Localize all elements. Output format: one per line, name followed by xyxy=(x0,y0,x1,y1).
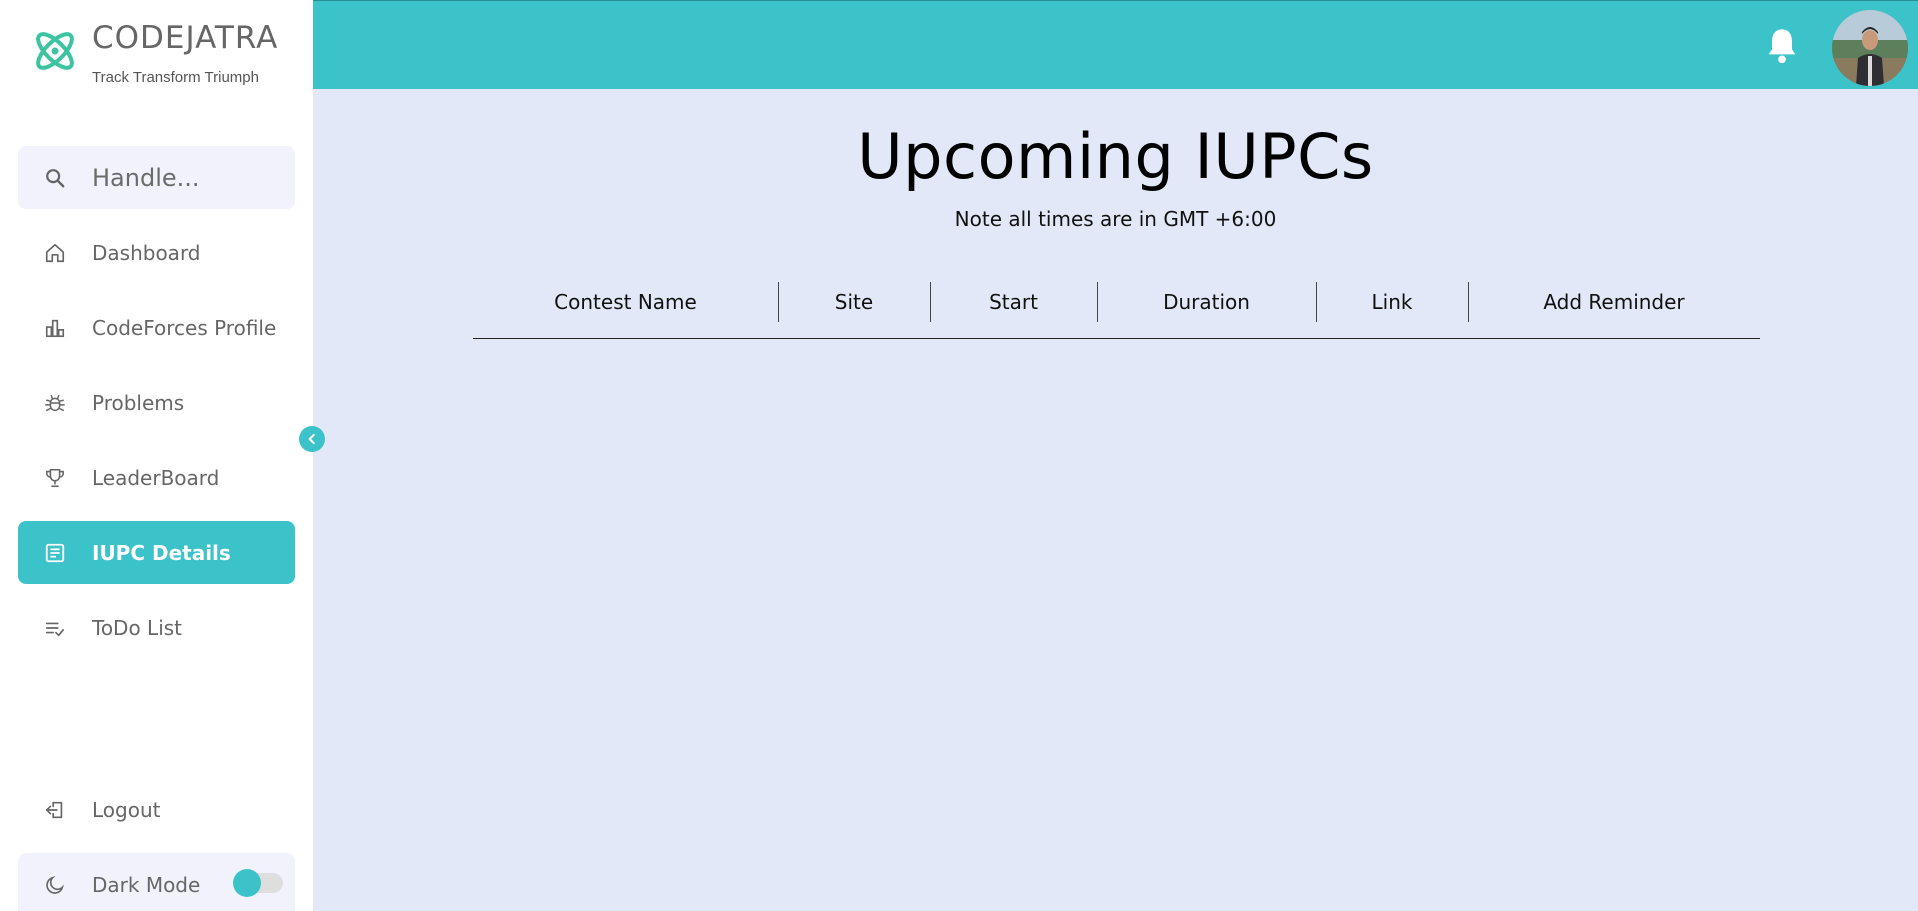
home-icon xyxy=(18,242,92,264)
brand-name: CODEJATRA xyxy=(92,20,279,56)
contests-table-header: Contest Name Site Start Duration Link Ad… xyxy=(473,282,1760,339)
dark-mode-toggle[interactable] xyxy=(233,869,283,897)
notification-bell-icon[interactable] xyxy=(1762,26,1802,70)
avatar[interactable] xyxy=(1832,10,1908,86)
sidebar-item-dashboard[interactable]: Dashboard xyxy=(18,221,295,284)
brand-tagline: Track Transform Triumph xyxy=(92,69,259,86)
column-header-add-reminder: Add Reminder xyxy=(1543,290,1685,314)
sidebar-item-iupc-details[interactable]: IUPC Details xyxy=(18,521,295,584)
timezone-note: Note all times are in GMT +6:00 xyxy=(954,207,1277,231)
bar-chart-icon xyxy=(18,317,92,339)
dark-mode-label: Dark Mode xyxy=(92,872,201,897)
sidebar-item-label: LeaderBoard xyxy=(92,465,220,490)
sidebar-item-label: CodeForces Profile xyxy=(92,315,277,340)
sidebar-item-label: Problems xyxy=(92,390,185,415)
toggle-knob xyxy=(233,869,261,897)
moon-icon xyxy=(18,874,92,896)
logout-button[interactable]: Logout xyxy=(18,778,295,841)
logout-label: Logout xyxy=(92,797,161,822)
checklist-icon xyxy=(18,617,92,639)
column-header-start: Start xyxy=(989,290,1038,314)
collapse-sidebar-button[interactable] xyxy=(299,426,325,452)
page-title: Upcoming IUPCs xyxy=(857,120,1374,193)
sidebar-item-todo-list[interactable]: ToDo List xyxy=(18,596,295,659)
column-header-duration: Duration xyxy=(1163,290,1250,314)
search-icon xyxy=(18,167,92,189)
sidebar-item-label: ToDo List xyxy=(92,615,183,640)
atom-logo-icon xyxy=(36,32,74,70)
trophy-icon xyxy=(18,467,92,489)
column-header-link: Link xyxy=(1371,290,1413,314)
column-header-site: Site xyxy=(834,290,874,314)
sidebar-item-leaderboard[interactable]: LeaderBoard xyxy=(18,446,295,509)
sidebar-item-label: Dashboard xyxy=(92,240,201,265)
document-icon xyxy=(18,542,92,564)
sidebar-item-problems[interactable]: Problems xyxy=(18,371,295,434)
search-box xyxy=(18,146,295,209)
sidebar: CODEJATRA Track Transform Triumph Dashbo… xyxy=(0,0,313,911)
bug-icon xyxy=(18,392,92,414)
handle-search-input[interactable] xyxy=(92,163,282,192)
column-header-contest-name: Contest Name xyxy=(554,290,697,314)
brand[interactable]: CODEJATRA Track Transform Triumph xyxy=(30,20,278,86)
dark-mode-row: Dark Mode xyxy=(18,853,295,911)
chevron-left-icon xyxy=(308,433,315,445)
sidebar-item-codeforces-profile[interactable]: CodeForces Profile xyxy=(18,296,295,359)
top-bar xyxy=(313,0,1918,89)
sidebar-item-label: IUPC Details xyxy=(92,540,231,565)
logout-icon xyxy=(18,799,92,821)
